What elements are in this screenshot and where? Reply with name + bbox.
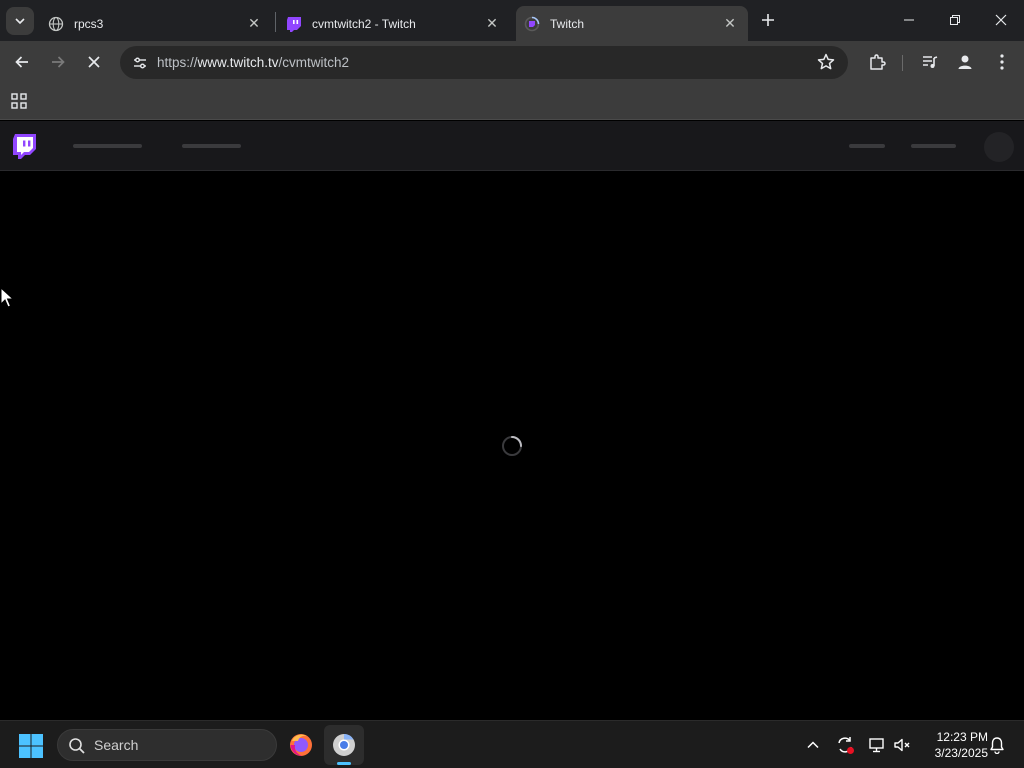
url-text[interactable]: https://www.twitch.tv/cvmtwitch2 xyxy=(157,55,349,70)
sync-error-icon[interactable] xyxy=(833,733,857,757)
firefox-taskbar-icon[interactable] xyxy=(281,725,321,765)
nav-placeholder-signup xyxy=(911,144,956,148)
close-icon[interactable]: ✕ xyxy=(720,14,740,34)
windows-taskbar: Search 12:23 PM 3/23/2025 xyxy=(0,720,1024,768)
stop-loading-button[interactable] xyxy=(79,47,109,77)
address-bar[interactable]: https://www.twitch.tv/cvmtwitch2 xyxy=(120,46,848,79)
restore-icon xyxy=(950,15,960,25)
restore-button[interactable] xyxy=(932,0,978,40)
arrow-left-icon xyxy=(15,56,28,68)
new-tab-button[interactable] xyxy=(756,8,780,32)
media-control-button[interactable] xyxy=(915,47,945,77)
plus-icon xyxy=(762,14,774,26)
taskbar-search-box[interactable]: Search xyxy=(57,729,277,761)
tab-strip: rpcs3 ✕ cvmtwitch2 - Twitch ✕ Twitch ✕ xyxy=(0,0,1024,41)
twitch-loading-icon xyxy=(524,16,540,32)
tab-title: cvmtwitch2 - Twitch xyxy=(312,16,416,31)
avatar-placeholder xyxy=(984,132,1014,162)
site-info-icon[interactable] xyxy=(128,51,152,75)
back-button[interactable] xyxy=(7,47,37,77)
twitch-page xyxy=(0,121,1024,720)
system-clock[interactable]: 12:23 PM 3/23/2025 xyxy=(918,729,988,761)
close-icon[interactable]: ✕ xyxy=(244,14,264,34)
person-icon xyxy=(958,55,972,69)
tab-title: rpcs3 xyxy=(74,16,104,31)
tab-twitch-active[interactable]: Twitch ✕ xyxy=(516,6,748,41)
network-icon[interactable] xyxy=(865,733,889,757)
chrome-taskbar-icon[interactable] xyxy=(324,725,364,765)
arrow-right-icon xyxy=(52,56,65,68)
twitch-logo-icon[interactable] xyxy=(12,133,38,161)
globe-icon xyxy=(48,16,64,32)
search-icon xyxy=(69,738,85,754)
clock-date: 3/23/2025 xyxy=(934,746,988,760)
search-label: Search xyxy=(94,737,139,753)
windows-start-icon[interactable] xyxy=(18,733,44,759)
twitch-top-nav xyxy=(0,121,1024,171)
volume-muted-icon[interactable] xyxy=(890,733,914,757)
forward-button[interactable] xyxy=(43,47,73,77)
puzzle-icon xyxy=(870,54,886,70)
apps-grid-icon[interactable] xyxy=(10,92,30,112)
more-vertical-icon xyxy=(1000,54,1004,70)
tab-cvmtwitch2[interactable]: cvmtwitch2 - Twitch ✕ xyxy=(278,6,510,41)
tab-separator xyxy=(275,12,276,32)
chevron-up-icon[interactable] xyxy=(801,733,825,757)
menu-button[interactable] xyxy=(987,47,1017,77)
browser-toolbar: https://www.twitch.tv/cvmtwitch2 xyxy=(0,41,1024,84)
close-icon xyxy=(88,56,100,68)
twitch-icon xyxy=(286,16,302,32)
url-scheme: https:// xyxy=(157,55,198,70)
close-icon[interactable]: ✕ xyxy=(482,14,502,34)
loading-spinner-icon xyxy=(500,434,524,458)
bookmarks-bar xyxy=(0,84,1024,120)
close-window-button[interactable] xyxy=(978,0,1024,40)
nav-placeholder-login xyxy=(849,144,885,148)
profile-button[interactable] xyxy=(950,47,980,77)
close-icon xyxy=(995,14,1007,26)
tab-rpcs3[interactable]: rpcs3 ✕ xyxy=(40,6,272,41)
url-path: /cvmtwitch2 xyxy=(278,55,350,70)
bookmark-star-icon[interactable] xyxy=(816,52,836,77)
url-host: www.twitch.tv xyxy=(197,55,279,70)
notification-bell-icon[interactable] xyxy=(985,733,1009,757)
tab-search-button[interactable] xyxy=(6,7,34,35)
nav-placeholder-browse xyxy=(182,144,241,148)
extensions-button[interactable] xyxy=(862,47,892,77)
media-queue-icon xyxy=(923,56,938,68)
minimize-button[interactable] xyxy=(886,0,932,40)
minimize-icon xyxy=(904,19,914,21)
chevron-down-icon xyxy=(15,18,25,25)
active-app-indicator xyxy=(337,762,351,765)
toolbar-divider xyxy=(902,55,903,71)
clock-time: 12:23 PM xyxy=(936,730,988,744)
nav-placeholder-following xyxy=(73,144,142,148)
mouse-cursor-icon xyxy=(0,286,15,309)
tab-title: Twitch xyxy=(550,16,585,31)
